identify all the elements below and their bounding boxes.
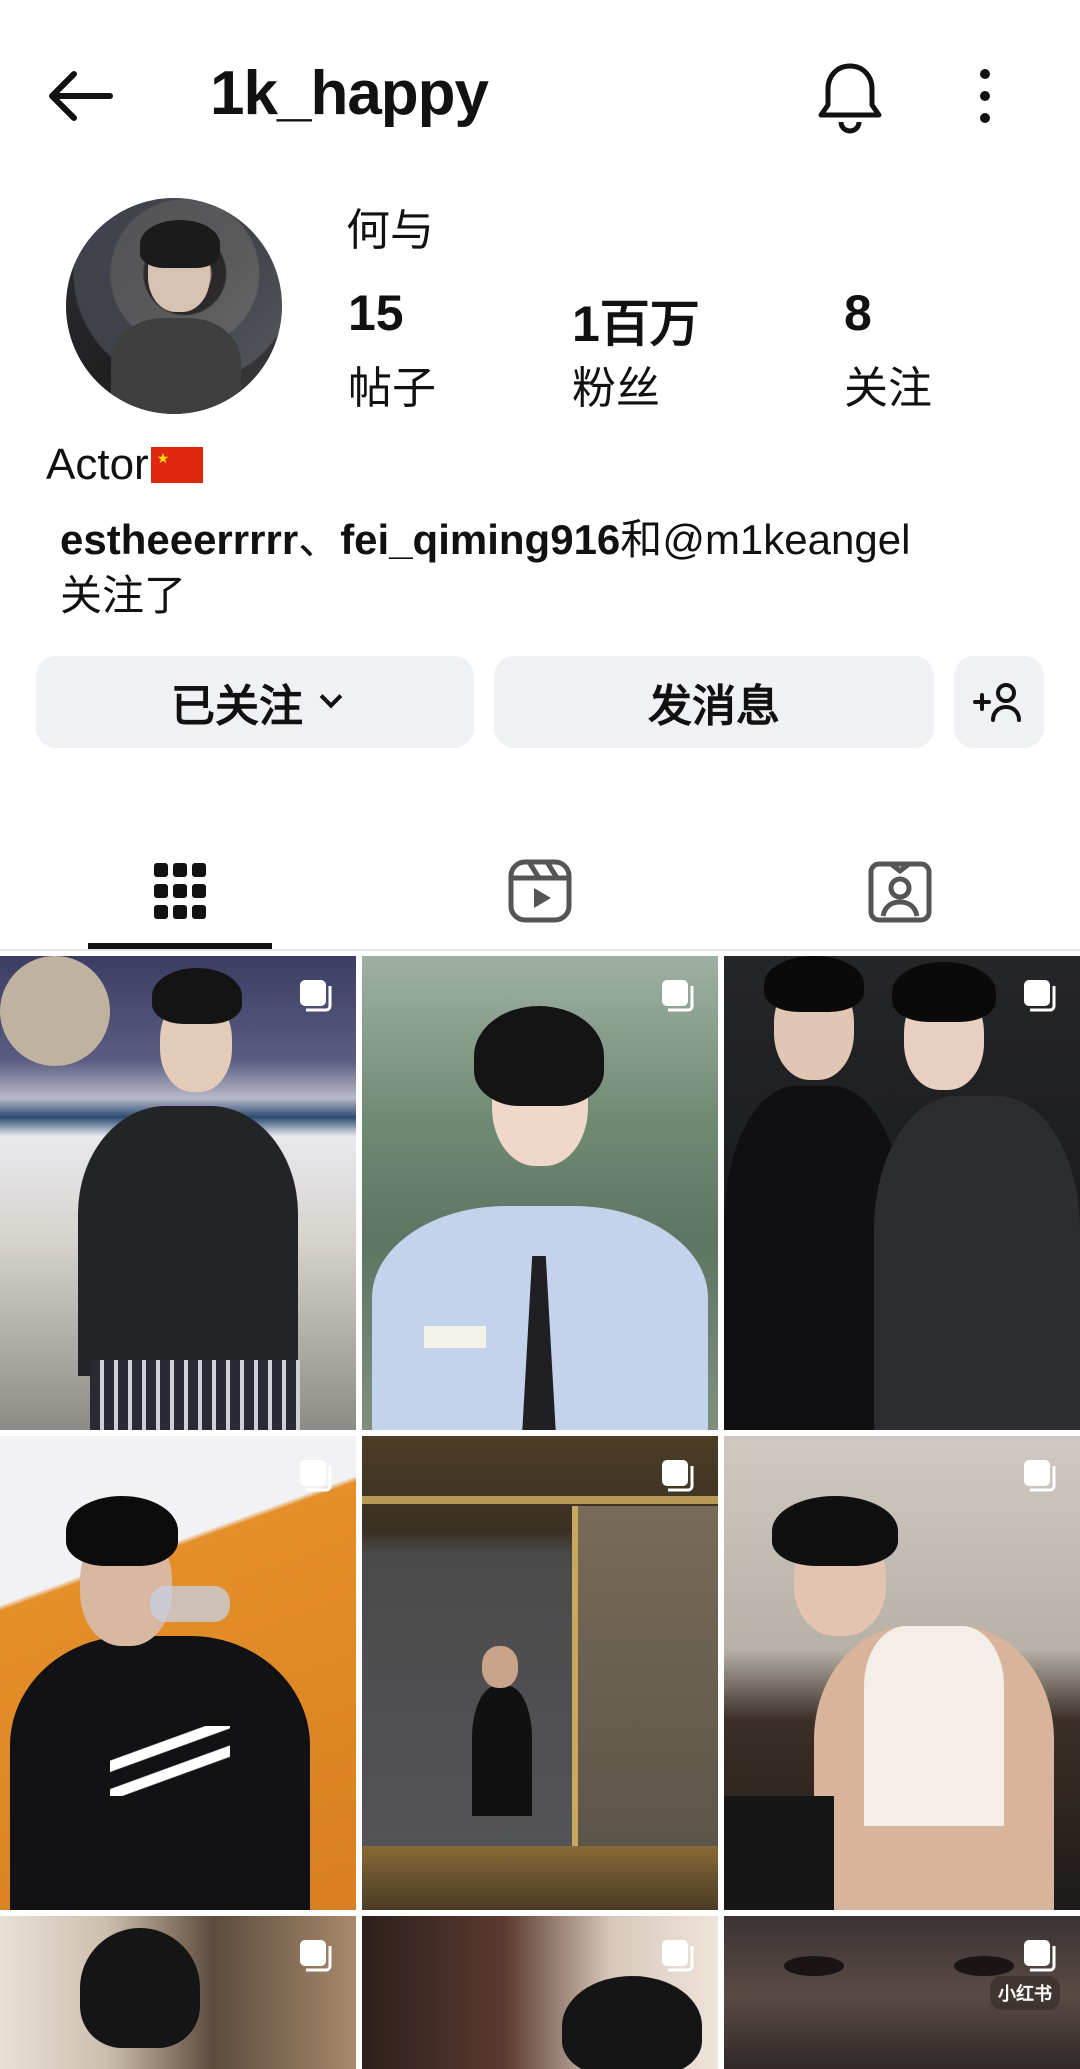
tab-reels[interactable] bbox=[448, 830, 632, 952]
post-thumbnail-8[interactable] bbox=[362, 1916, 718, 2069]
stat-posts-value: 15 bbox=[348, 285, 404, 341]
followed-by-suffix: 关注了 bbox=[60, 572, 187, 619]
add-person-button[interactable] bbox=[954, 656, 1044, 748]
carousel-icon bbox=[1024, 1940, 1056, 1972]
display-name: 何与 bbox=[346, 206, 434, 255]
tagged-person-icon bbox=[868, 861, 932, 923]
carousel-icon bbox=[662, 1460, 694, 1492]
carousel-icon bbox=[1024, 980, 1056, 1012]
xiaohongshu-watermark: 小红书 bbox=[990, 1976, 1060, 2010]
following-button-label: 已关注 bbox=[171, 682, 303, 731]
follower-name-2[interactable]: fei_qiming916 bbox=[340, 516, 620, 563]
bio-text: Actor bbox=[46, 440, 149, 489]
profile-tabs bbox=[0, 830, 1080, 952]
follower-name-3[interactable]: @m1keangel bbox=[662, 516, 910, 563]
post-thumbnail-2[interactable] bbox=[362, 956, 718, 1430]
followed-by-text[interactable]: estheeerrrrr、fei_qiming916和@m1keangel 关注… bbox=[60, 512, 1030, 624]
carousel-icon bbox=[300, 1460, 332, 1492]
stat-following-label: 关注 bbox=[844, 364, 932, 413]
carousel-icon bbox=[300, 1940, 332, 1972]
post-thumbnail-4[interactable] bbox=[0, 1436, 356, 1910]
tab-tagged[interactable] bbox=[808, 830, 992, 952]
stat-posts-label: 帖子 bbox=[348, 364, 436, 413]
post-thumbnail-1[interactable] bbox=[0, 956, 356, 1430]
more-vertical-icon[interactable] bbox=[970, 66, 1000, 126]
chevron-down-icon bbox=[319, 685, 343, 709]
stat-following-value: 8 bbox=[844, 285, 872, 341]
stat-followers-label: 粉丝 bbox=[572, 364, 660, 413]
profile-avatar[interactable] bbox=[66, 198, 282, 414]
china-flag-icon: ★ bbox=[150, 447, 203, 483]
profile-bio: Actor ★ bbox=[46, 440, 203, 490]
tab-posts-grid[interactable] bbox=[88, 830, 272, 952]
follower-name-1[interactable]: estheeerrrrr bbox=[60, 516, 298, 563]
message-button[interactable]: 发消息 bbox=[494, 656, 934, 748]
bell-icon[interactable] bbox=[815, 60, 885, 135]
profile-username: 1k_happy bbox=[210, 59, 489, 128]
following-button[interactable]: 已关注 bbox=[36, 656, 474, 748]
carousel-icon bbox=[1024, 1460, 1056, 1492]
stat-followers[interactable]: 1百万 粉丝 bbox=[572, 284, 700, 416]
post-thumbnail-7[interactable] bbox=[0, 1916, 356, 2069]
message-button-label: 发消息 bbox=[648, 682, 780, 731]
back-arrow-icon[interactable] bbox=[44, 66, 114, 126]
add-person-icon bbox=[973, 683, 1021, 722]
carousel-icon bbox=[300, 980, 332, 1012]
stat-followers-value: 1百万 bbox=[572, 296, 700, 352]
carousel-icon bbox=[662, 980, 694, 1012]
top-bar: 1k_happy bbox=[0, 0, 1080, 190]
stat-posts[interactable]: 15 帖子 bbox=[348, 284, 436, 416]
tabs-divider bbox=[0, 949, 1080, 951]
post-thumbnail-5[interactable] bbox=[362, 1436, 718, 1910]
post-thumbnail-3[interactable] bbox=[724, 956, 1080, 1430]
post-thumbnail-6[interactable] bbox=[724, 1436, 1080, 1910]
reels-icon bbox=[508, 859, 572, 923]
stat-following[interactable]: 8 关注 bbox=[844, 284, 932, 416]
grid-icon bbox=[154, 863, 206, 919]
carousel-icon bbox=[662, 1940, 694, 1972]
